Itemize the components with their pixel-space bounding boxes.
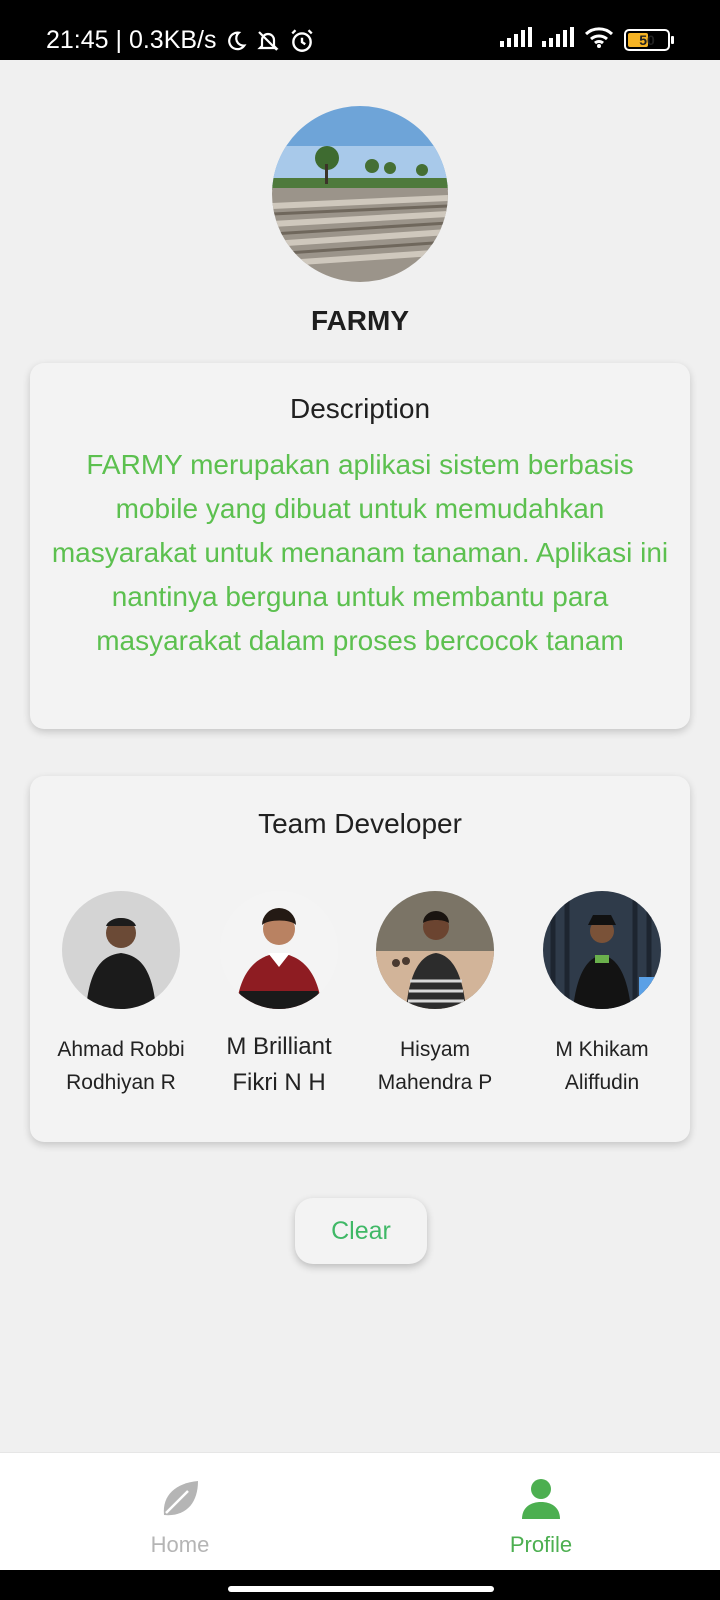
bell-off-icon <box>255 29 281 53</box>
developer-name: Hisyam Mahendra P <box>377 1038 493 1094</box>
nav-item-home[interactable]: Home <box>80 1477 280 1558</box>
battery-icon: 50 <box>624 28 674 51</box>
developer-avatar <box>543 891 661 1009</box>
developer-avatar <box>62 891 180 1009</box>
developer-item: Hisyam Mahendra P <box>350 891 520 1099</box>
leaf-icon <box>158 1481 202 1525</box>
status-left: 21:45 | 0.3KB/s <box>46 26 315 55</box>
developer-item: M Brilliant Fikri N H <box>194 891 364 1101</box>
description-card: Description FARMY merupakan aplikasi sis… <box>30 363 690 729</box>
description-title: Description <box>289 393 431 424</box>
app-logo-image <box>272 106 448 282</box>
description-text: FARMY merupakan aplikasi sistem berbasis… <box>51 449 669 656</box>
developer-item: M Khikam Aliffudin <box>517 891 687 1099</box>
nav-label-home: Home <box>150 1532 210 1557</box>
signal-icon <box>542 27 574 52</box>
developer-avatar <box>376 891 494 1009</box>
developer-name: M Khikam Aliffudin <box>555 1038 649 1094</box>
wifi-icon <box>584 26 614 53</box>
status-right: 50 <box>500 26 674 53</box>
app-name: FARMY <box>311 305 409 336</box>
gesture-area <box>0 1570 720 1600</box>
nav-item-profile[interactable]: Profile <box>441 1477 641 1558</box>
battery-level: 50 <box>639 31 655 48</box>
developer-avatar <box>220 891 338 1009</box>
developer-item: Ahmad Robbi Rodhiyan R <box>36 891 206 1099</box>
signal-icon <box>500 27 532 52</box>
developer-name: M Brilliant Fikri N H <box>226 1033 332 1096</box>
bottom-navigation: Home Profile <box>0 1452 720 1570</box>
status-bar: 21:45 | 0.3KB/s 50 <box>0 0 720 60</box>
clear-button[interactable]: Clear <box>295 1198 427 1264</box>
nav-label-profile: Profile <box>509 1532 573 1557</box>
gesture-bar[interactable] <box>228 1586 494 1592</box>
alarm-icon <box>289 28 315 54</box>
status-time-speed: 21:45 | 0.3KB/s <box>46 26 217 54</box>
developer-name: Ahmad Robbi Rodhiyan R <box>57 1038 185 1094</box>
person-icon <box>519 1479 563 1525</box>
team-developer-card: Team Developer Ahmad Robbi Rodhiyan R M … <box>30 776 690 1142</box>
moon-icon <box>225 30 247 52</box>
team-title: Team Developer <box>258 808 462 839</box>
